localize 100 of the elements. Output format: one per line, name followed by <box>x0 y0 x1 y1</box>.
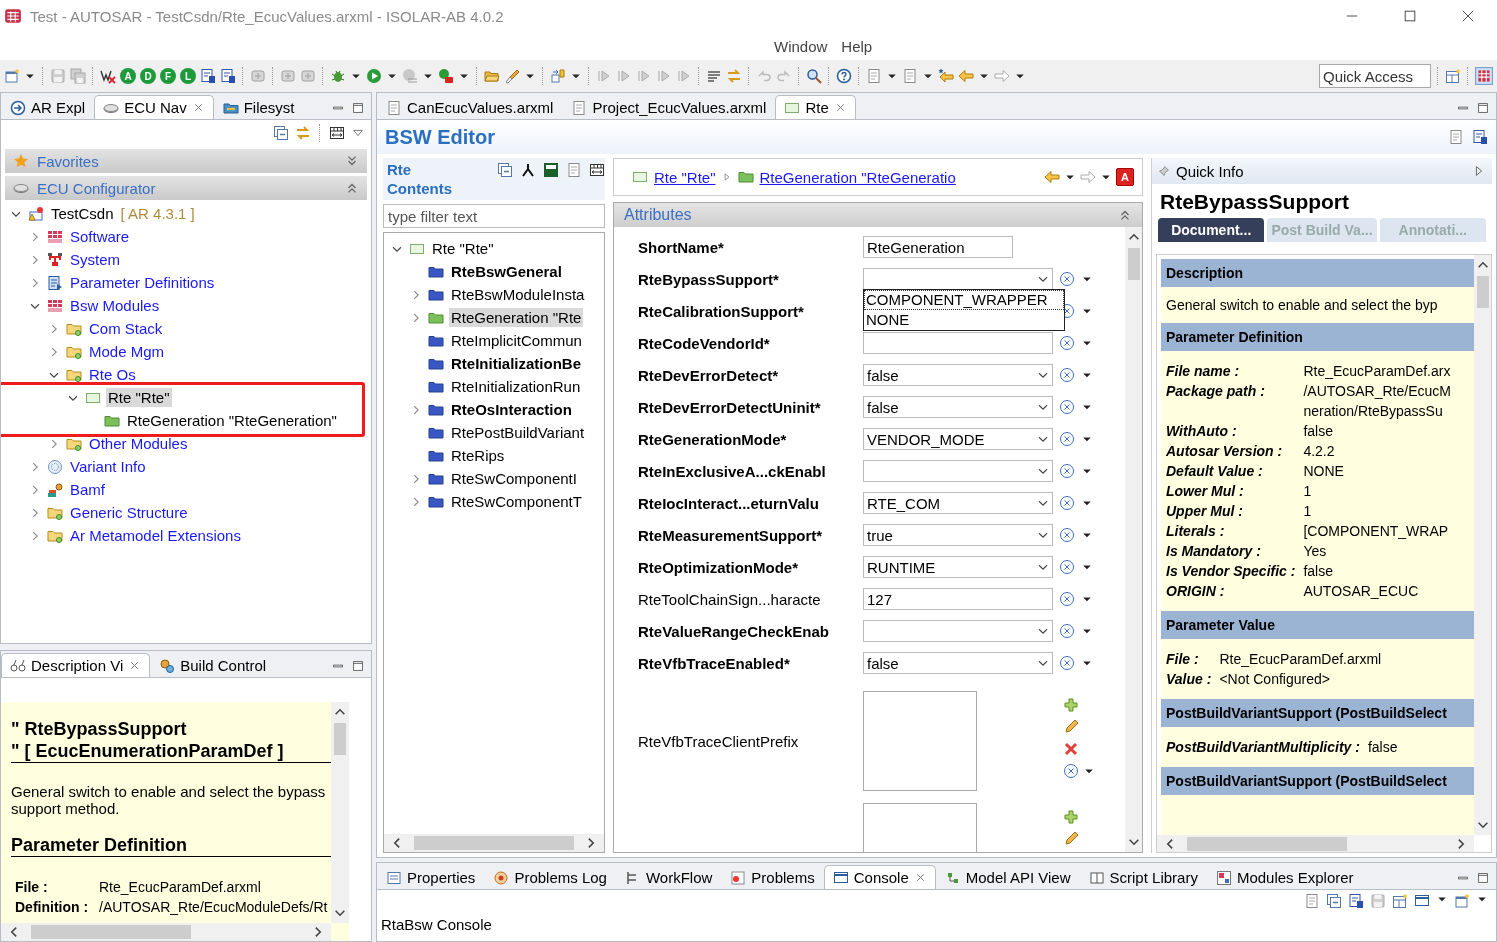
menu-item[interactable]: Window <box>774 37 828 55</box>
property-value: NONE <box>1303 462 1345 481</box>
tree-item[interactable]: RtePostBuildVariant <box>449 423 587 442</box>
tree-item[interactable]: Rte "Rte" <box>106 388 172 407</box>
field-label: RteInExclusiveA...ckEnabl <box>638 462 827 480</box>
tree-item[interactable]: TestCsdn <box>49 204 116 223</box>
property-value: Rte_EcucParamDef.arxml <box>99 879 262 895</box>
tab[interactable]: WorkFlow <box>615 865 722 889</box>
tree-item[interactable]: Ar Metamodel Extensions <box>68 526 243 545</box>
tree-item[interactable]: RteRips <box>449 446 507 465</box>
field-label: RteOptimizationMode* <box>638 558 799 576</box>
tab[interactable]: Build Control <box>150 653 276 677</box>
property-value: Rte_EcucParamDef.arxml <box>1219 650 1383 669</box>
tree-item[interactable]: System <box>68 250 122 269</box>
property-label: PostBuildVariantMultiplicity : <box>1166 738 1360 757</box>
tab[interactable]: Description Vi <box>1 653 151 677</box>
section-header: Parameter Value <box>1161 611 1474 639</box>
property-value: [COMPONENT_WRAP <box>1303 522 1450 541</box>
tree-item[interactable]: Rte "Rte" <box>430 239 496 258</box>
property-label: Is Mandatory : <box>1166 542 1262 561</box>
menu-item[interactable]: Help <box>841 37 873 55</box>
field-label: RteIocInteract...eturnValu <box>638 494 820 512</box>
property-label: Default Value : <box>1166 462 1264 481</box>
dropdown-option[interactable]: NONE <box>864 310 1064 330</box>
breadcrumb-link[interactable]: RteGeneration "RteGeneratio <box>759 168 956 186</box>
toolbar-button[interactable]: F <box>160 68 176 84</box>
tab[interactable]: Problems Log <box>484 865 616 889</box>
tree-item[interactable]: Com Stack <box>87 319 165 338</box>
tab[interactable]: Script Library <box>1079 865 1207 889</box>
tab[interactable]: Model API View <box>935 865 1080 889</box>
tab[interactable]: Properties <box>377 865 485 889</box>
text-field[interactable]: 127 <box>863 588 1053 610</box>
toolbar-button[interactable]: L <box>180 68 196 84</box>
section-header: PostBuildVariantSupport (PostBuildSelect <box>1161 699 1474 727</box>
tree-item[interactable]: Mode Mgm <box>87 342 167 361</box>
property-label: Upper Mul : <box>1166 502 1244 521</box>
tree-item[interactable]: Parameter Definitions <box>68 273 217 292</box>
tree-item[interactable]: RteInitializationBe <box>449 354 583 373</box>
property-label: Is Vendor Specific : <box>1166 562 1296 581</box>
filter-field[interactable]: type filter text <box>383 204 605 228</box>
section-header: Description <box>1161 259 1474 287</box>
tree-item[interactable]: RteSwComponentT <box>449 492 584 511</box>
tree-item[interactable]: Bamf <box>68 480 107 499</box>
section-header[interactable]: Attributes <box>614 203 1142 227</box>
tree-item[interactable]: Variant Info <box>68 457 148 476</box>
tab[interactable]: Modules Explorer <box>1206 865 1363 889</box>
tree-item[interactable]: RteBswModuleInsta <box>449 285 587 304</box>
property-label: Literals : <box>1166 522 1226 541</box>
property-label: Value : <box>1166 670 1212 689</box>
dropdown-field[interactable]: false <box>863 364 1053 386</box>
tree-item[interactable]: Bsw Modules <box>68 296 162 315</box>
tab[interactable]: Filesyst <box>213 95 304 119</box>
property-value: 1 <box>1303 502 1313 521</box>
tree-item[interactable]: RteGeneration "Rte <box>449 308 584 327</box>
property-value: false <box>1367 738 1399 757</box>
tree-item[interactable]: RteOsInteraction <box>449 400 574 419</box>
tree-item[interactable]: RteGeneration "RteGeneration" <box>125 411 339 430</box>
window-title: Test - AUTOSAR - TestCsdn/Rte_EcucValues.arxml - ISOLAR-AB 4.0.2 <box>30 7 505 25</box>
property-value: 4.2.2 <box>1303 442 1336 461</box>
version-label: [ AR 4.3.1 ] <box>120 205 195 222</box>
tab[interactable]: CanEcucValues.arxml <box>377 95 563 119</box>
dropdown-field[interactable]: true <box>863 524 1053 546</box>
tree-item[interactable]: Rte Os <box>87 365 138 384</box>
tree-item[interactable]: RteInitializationRun <box>449 377 583 396</box>
tab[interactable]: Problems <box>721 865 824 889</box>
panel-title: Rte Contents <box>386 160 451 199</box>
field-label: ShortName* <box>638 238 725 256</box>
toolbar-button[interactable]: D <box>140 68 156 84</box>
dropdown-field[interactable]: false <box>863 396 1053 418</box>
tab[interactable]: ECU Nav <box>94 95 214 119</box>
property-label: File name : <box>1166 362 1241 381</box>
tab[interactable]: Console <box>823 865 936 889</box>
tree-item[interactable]: Other Modules <box>87 434 190 453</box>
tree-item[interactable]: Software <box>68 227 132 246</box>
tree-item[interactable]: RteBswGeneral <box>449 262 564 281</box>
breadcrumb-link[interactable]: Rte "Rte" <box>654 168 716 186</box>
text-field[interactable]: RteGeneration <box>863 236 1013 258</box>
dropdown-field[interactable]: false <box>863 652 1053 674</box>
tree-item[interactable]: Generic Structure <box>68 503 190 522</box>
tree-item[interactable]: RteSwComponentI <box>449 469 579 488</box>
field-label: RteCalibrationSupport* <box>638 302 805 320</box>
field-label: RteValueRangeCheckEnab <box>638 622 830 640</box>
property-label: Definition : <box>15 899 90 915</box>
dropdown-field[interactable]: RTE_COM <box>863 492 1053 514</box>
search-field[interactable]: Quick Access <box>1319 64 1431 88</box>
tab[interactable]: Document... <box>1158 218 1265 242</box>
field-label: RteVfbTraceClientPrefix <box>638 732 800 750</box>
field-label: RteDevErrorDetectUninit* <box>638 398 822 416</box>
field-label: RteGenerationMode* <box>638 430 788 448</box>
tree-item[interactable]: RteImplicitCommun <box>449 331 584 350</box>
tab[interactable]: Project_EcucValues.arxml <box>562 95 776 119</box>
tab[interactable]: AR Expl <box>1 95 95 119</box>
tab[interactable]: Rte <box>775 95 856 119</box>
dropdown-field[interactable]: RUNTIME <box>863 556 1053 578</box>
dropdown-field[interactable]: VENDOR_MODE <box>863 428 1053 450</box>
dropdown-option[interactable]: COMPONENT_WRAPPER <box>864 290 1064 310</box>
field-label: RteBypassSupport* <box>638 270 780 288</box>
property-label: Lower Mul : <box>1166 482 1245 501</box>
toolbar-button[interactable]: A <box>120 68 136 84</box>
badge[interactable]: A <box>1116 168 1134 186</box>
